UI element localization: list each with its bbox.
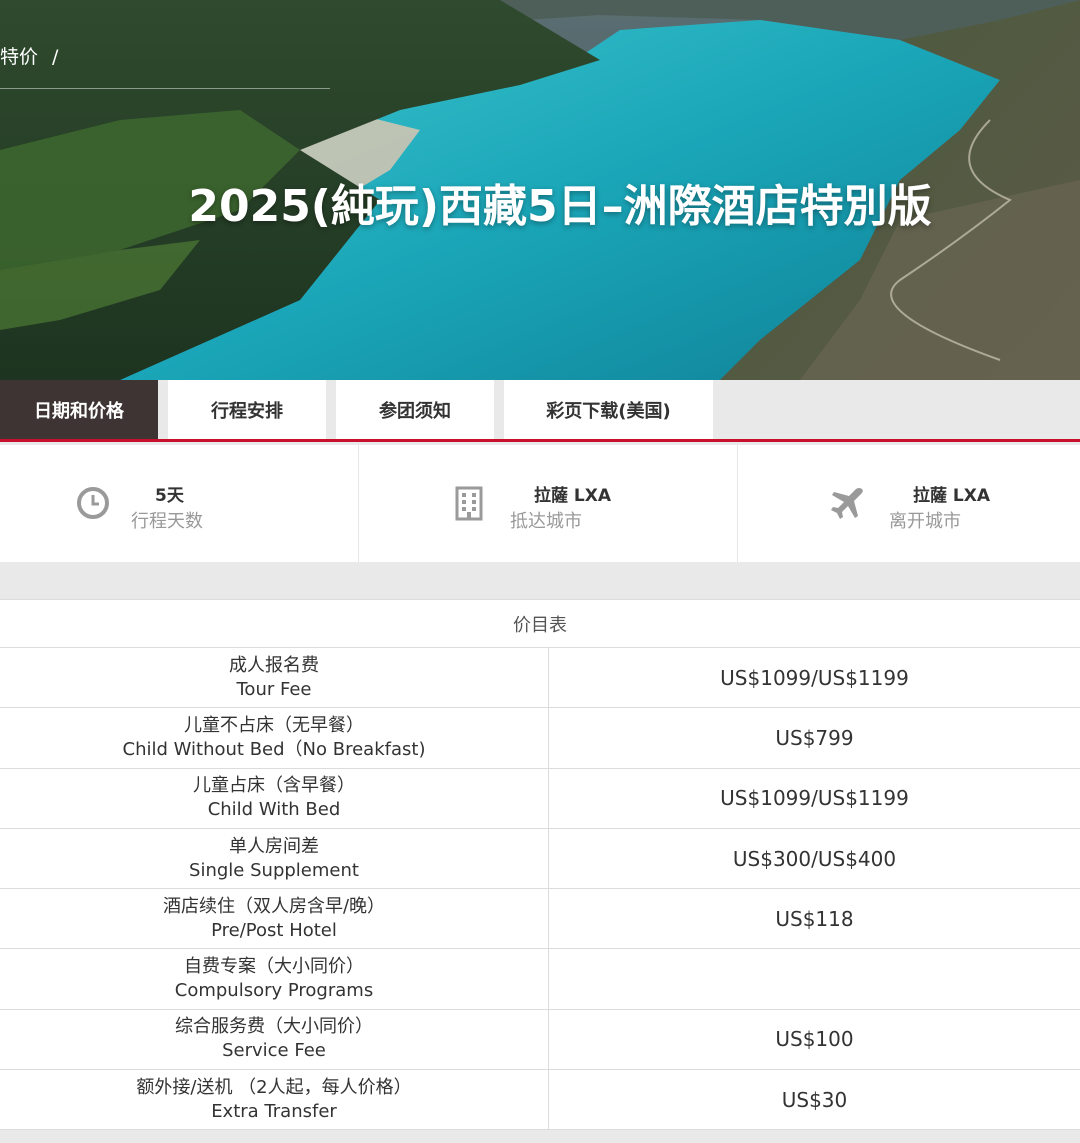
table-row: 自费专案（大小同价） Compulsory Programs	[0, 949, 1080, 1010]
duration-value: 5天	[155, 486, 184, 506]
fee-price-cell: US$300/US$400	[732, 846, 897, 871]
fee-price-cell: US$1099/US$1199	[720, 786, 909, 811]
table-row: 酒店续住（双人房含早/晚） Pre/Post Hotel US$118	[0, 889, 1080, 950]
breadcrumb-divider	[0, 88, 330, 89]
info-departure-city: 拉薩 LXA 离开城市	[738, 445, 1080, 562]
fee-name-cn: 额外接/送机 （2人起，每人价格）	[136, 1076, 412, 1098]
airplane-icon	[831, 488, 863, 519]
fee-name-cn: 自费专案（大小同价）	[184, 956, 364, 978]
info-duration: 5天 行程天数	[0, 445, 359, 562]
fee-name-cn: 儿童占床（含早餐）	[193, 775, 355, 797]
arrival-city-label: 抵达城市	[510, 511, 582, 532]
fee-name-cell: 成人报名费 Tour Fee	[0, 648, 549, 708]
duration-label: 行程天数	[131, 511, 203, 532]
fee-name-cn: 综合服务费（大小同价）	[175, 1016, 373, 1038]
price-table: 价目表 成人报名费 Tour Fee US$1099/US$1199 儿童不占床…	[0, 599, 1080, 1131]
fee-name-cell: 酒店续住（双人房含早/晚） Pre/Post Hotel	[0, 889, 549, 949]
fee-price-cell: US$1099/US$1199	[720, 665, 909, 690]
fee-name-cell: 儿童占床（含早餐） Child With Bed	[0, 768, 549, 828]
fee-name-cell: 额外接/送机 （2人起，每人价格） Extra Transfer	[0, 1070, 549, 1130]
fee-name-en: Tour Fee	[236, 678, 312, 700]
price-table-title: 价目表	[0, 600, 1080, 648]
tour-info-strip: 5天 行程天数 拉薩 LXA 抵达城市 拉薩 LXA 离开城市	[0, 445, 1080, 562]
table-row: 综合服务费（大小同价） Service Fee US$100	[0, 1009, 1080, 1071]
fee-name-en: Single Supplement	[189, 859, 359, 881]
page-bottom-band	[0, 1131, 1080, 1143]
tab-brochure-download[interactable]: 彩页下载(美国)	[504, 380, 713, 439]
table-row: 儿童不占床（无早餐） Child Without Bed（No Breakfas…	[0, 708, 1080, 769]
fee-name-en: Service Fee	[222, 1040, 326, 1062]
breadcrumb: 特价 /	[0, 42, 58, 69]
breadcrumb-item-special[interactable]: 特价	[0, 46, 38, 68]
table-row: 成人报名费 Tour Fee US$1099/US$1199	[0, 648, 1080, 709]
clock-icon	[77, 487, 109, 519]
fee-name-cn: 酒店续住（双人房含早/晚）	[162, 895, 386, 917]
fee-price-cell: US$100	[775, 1027, 854, 1052]
fee-name-en: Child Without Bed（No Breakfast)	[122, 738, 426, 760]
info-arrival-city: 拉薩 LXA 抵达城市	[359, 445, 738, 562]
fee-name-cn: 单人房间差	[229, 835, 319, 857]
arrival-city-value: 拉薩 LXA	[534, 486, 612, 506]
page-title: 2025(純玩)西藏5日–洲際酒店特別版	[188, 181, 932, 232]
fee-name-cell: 单人房间差 Single Supplement	[0, 828, 549, 889]
fee-name-cn: 儿童不占床（无早餐）	[184, 714, 364, 736]
table-row: 单人房间差 Single Supplement US$300/US$400	[0, 828, 1080, 890]
tab-itinerary[interactable]: 行程安排	[168, 380, 326, 439]
tab-tour-notes[interactable]: 参团须知	[336, 380, 494, 439]
fee-name-en: Pre/Post Hotel	[211, 919, 337, 941]
fee-name-cell: 儿童不占床（无早餐） Child Without Bed（No Breakfas…	[0, 708, 549, 768]
fee-name-cn: 成人报名费	[229, 654, 319, 676]
breadcrumb-separator: /	[52, 46, 59, 68]
tab-dates-prices[interactable]: 日期和价格	[0, 380, 158, 439]
fee-name-en: Extra Transfer	[211, 1100, 337, 1122]
fee-name-en: Child With Bed	[207, 799, 341, 821]
departure-city-label: 离开城市	[889, 511, 961, 532]
table-row: 额外接/送机 （2人起，每人价格） Extra Transfer US$30	[0, 1070, 1080, 1131]
table-row: 儿童占床（含早餐） Child With Bed US$1099/US$1199	[0, 768, 1080, 829]
fee-name-cell: 自费专案（大小同价） Compulsory Programs	[0, 949, 549, 1009]
building-icon	[455, 486, 483, 521]
tab-bar: 日期和价格 行程安排 参团须知 彩页下载(美国)	[0, 380, 1080, 442]
fee-price-cell: US$118	[775, 906, 854, 931]
fee-price-cell: US$799	[775, 725, 854, 750]
fee-price-cell	[549, 949, 1080, 1008]
hero-banner: 特价 / 2025(純玩)西藏5日–洲際酒店特別版	[0, 0, 1080, 380]
tab-underline	[0, 439, 1080, 442]
fee-name-en: Compulsory Programs	[174, 980, 374, 1002]
fee-name-cell: 综合服务费（大小同价） Service Fee	[0, 1009, 549, 1070]
departure-city-value: 拉薩 LXA	[913, 486, 991, 506]
section-gap	[0, 562, 1080, 599]
fee-price-cell: US$30	[781, 1087, 848, 1112]
